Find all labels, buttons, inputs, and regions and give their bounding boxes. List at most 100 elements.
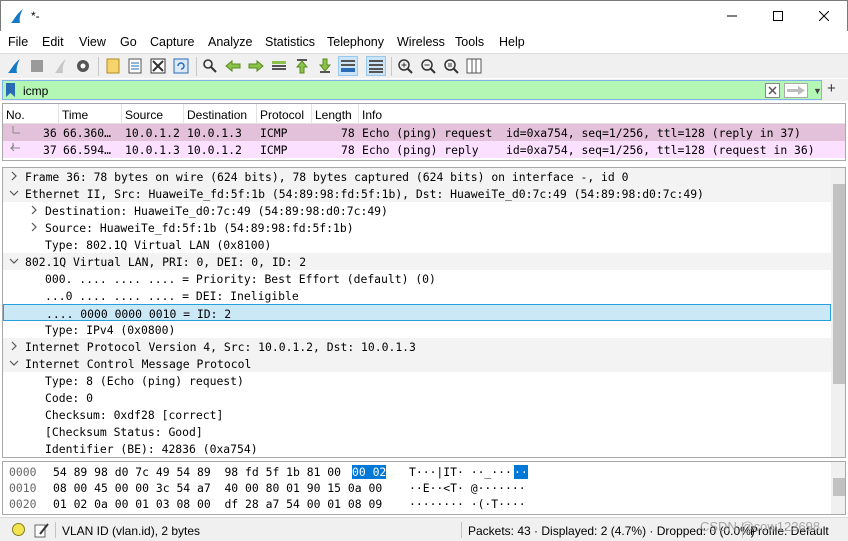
packet-time: 66.594…: [63, 143, 112, 157]
detail-row[interactable]: Type: 802.1Q Virtual LAN (0x8100): [3, 236, 831, 253]
find-packet-button[interactable]: [200, 56, 220, 76]
arrow-down-bar-icon: [318, 58, 332, 73]
colorize-button[interactable]: [366, 56, 386, 76]
maximize-button[interactable]: [755, 1, 801, 31]
chevron-down-icon[interactable]: [9, 186, 19, 200]
zoom-in-button[interactable]: [395, 56, 415, 76]
detail-row[interactable]: Destination: HuaweiTe_d0:7c:49 (54:89:98…: [3, 202, 831, 219]
stop-capture-button[interactable]: [27, 56, 47, 76]
clear-filter-button[interactable]: [765, 83, 780, 98]
reload-icon: [173, 58, 189, 74]
detail-row[interactable]: Type: IPv4 (0x0800): [3, 321, 831, 338]
detail-row[interactable]: 802.1Q Virtual LAN, PRI: 0, DEI: 0, ID: …: [3, 253, 831, 270]
packet-info: Echo (ping) request id=0xa754, seq=1/256…: [362, 126, 801, 140]
close-file-button[interactable]: [148, 56, 168, 76]
close-icon: [819, 11, 829, 21]
selected-field-info: VLAN ID (vlan.id), 2 bytes: [62, 524, 201, 538]
detail-row[interactable]: Code: 0: [3, 389, 831, 406]
restart-capture-button[interactable]: [50, 56, 70, 76]
detail-row[interactable]: Identifier (BE): 42836 (0xa754): [3, 440, 831, 457]
col-protocol[interactable]: Protocol: [257, 104, 312, 124]
capture-options-button[interactable]: [73, 56, 93, 76]
detail-row[interactable]: 000. .... .... .... = Priority: Best Eff…: [3, 270, 831, 287]
details-scrollbar-thumb[interactable]: [833, 184, 845, 384]
restart-fin-icon: [55, 59, 66, 73]
menu-telephony[interactable]: Telephony: [327, 35, 384, 49]
menu-help[interactable]: Help: [499, 35, 525, 49]
detail-row[interactable]: .... 0000 0000 0010 = ID: 2: [3, 304, 831, 321]
menu-tools[interactable]: Tools: [455, 35, 484, 49]
detail-row[interactable]: ...0 .... .... .... = DEI: Ineligible: [3, 287, 831, 304]
chevron-down-icon[interactable]: [9, 356, 19, 370]
details-scrollbar[interactable]: [831, 168, 845, 457]
col-info[interactable]: Info: [359, 104, 845, 124]
packet-time: 66.360…: [63, 126, 112, 140]
menu-analyze[interactable]: Analyze: [208, 35, 252, 49]
packet-no: 37: [43, 143, 57, 157]
ascii-bytes: ··E··<T· @·······: [409, 481, 526, 495]
close-file-icon: [150, 58, 166, 74]
menu-go[interactable]: Go: [120, 35, 137, 49]
col-destination[interactable]: Destination: [184, 104, 257, 124]
last-packet-button[interactable]: [315, 56, 335, 76]
go-forward-button[interactable]: [246, 56, 266, 76]
start-capture-button[interactable]: [4, 56, 24, 76]
packet-details-tree: Frame 36: 78 bytes on wire (624 bits), 7…: [2, 167, 846, 458]
document-lines-icon: [128, 58, 142, 74]
reload-file-button[interactable]: [171, 56, 191, 76]
col-no[interactable]: No.: [3, 104, 59, 124]
file-icon: [106, 58, 120, 74]
chevron-down-icon[interactable]: [9, 254, 19, 268]
bytes-scrollbar-thumb[interactable]: [833, 478, 845, 496]
bookmark-icon[interactable]: [6, 83, 15, 97]
zoom-out-button[interactable]: [418, 56, 438, 76]
detail-text: 802.1Q Virtual LAN, PRI: 0, DEI: 0, ID: …: [25, 255, 307, 269]
col-source[interactable]: Source: [122, 104, 184, 124]
detail-text: Frame 36: 78 bytes on wire (624 bits), 7…: [25, 170, 629, 184]
auto-scroll-button[interactable]: [338, 56, 358, 76]
menu-capture[interactable]: Capture: [150, 35, 194, 49]
display-filter-input[interactable]: icmp ▼: [2, 80, 822, 100]
detail-row[interactable]: Source: HuaweiTe_fd:5f:1b (54:89:98:fd:5…: [3, 219, 831, 236]
chevron-right-icon[interactable]: [29, 220, 39, 234]
detail-row[interactable]: Internet Control Message Protocol: [3, 355, 831, 372]
menu-edit[interactable]: Edit: [42, 35, 64, 49]
normal-size-button[interactable]: [441, 56, 461, 76]
resize-columns-icon: [466, 58, 482, 74]
bytes-row[interactable]: 0000 54 89 98 d0 7c 49 54 89 98 fd 5f 1b …: [3, 464, 829, 479]
chevron-right-icon[interactable]: [29, 203, 39, 217]
add-filter-button-icon[interactable]: +: [827, 80, 836, 97]
detail-row[interactable]: Checksum: 0xdf28 [correct]: [3, 406, 831, 423]
go-back-button[interactable]: [223, 56, 243, 76]
chevron-right-icon[interactable]: [9, 169, 19, 183]
col-length[interactable]: Length: [312, 104, 359, 124]
go-to-packet-button[interactable]: [269, 56, 289, 76]
packet-row[interactable]: 36 66.360… 10.0.1.2 10.0.1.3 ICMP 78 Ech…: [3, 124, 845, 141]
apply-filter-button[interactable]: [784, 83, 808, 98]
packet-row[interactable]: 37 66.594… 10.0.1.3 10.0.1.2 ICMP 78 Ech…: [3, 141, 845, 158]
menu-file[interactable]: File: [8, 35, 28, 49]
minimize-button[interactable]: [709, 1, 755, 31]
expert-info-icon[interactable]: [12, 523, 25, 536]
detail-row[interactable]: Ethernet II, Src: HuaweiTe_fd:5f:1b (54:…: [3, 185, 831, 202]
detail-row[interactable]: Frame 36: 78 bytes on wire (624 bits), 7…: [3, 168, 831, 185]
edit-comment-icon[interactable]: [34, 522, 50, 538]
bytes-row[interactable]: 0010 08 00 45 00 00 3c 54 a7 40 00 80 01 …: [3, 480, 829, 495]
filter-history-dropdown-icon[interactable]: ▼: [813, 86, 822, 96]
detail-row[interactable]: [Checksum Status: Good]: [3, 423, 831, 440]
open-file-button[interactable]: [103, 56, 123, 76]
first-packet-button[interactable]: [292, 56, 312, 76]
close-button[interactable]: [801, 1, 847, 31]
menu-wireless[interactable]: Wireless: [397, 35, 445, 49]
chevron-right-icon[interactable]: [9, 339, 19, 353]
resize-columns-button[interactable]: [464, 56, 484, 76]
detail-row[interactable]: Type: 8 (Echo (ping) request): [3, 372, 831, 389]
detail-row[interactable]: Internet Protocol Version 4, Src: 10.0.1…: [3, 338, 831, 355]
save-file-button[interactable]: [125, 56, 145, 76]
bytes-scrollbar[interactable]: [831, 462, 845, 514]
menu-view[interactable]: View: [79, 35, 106, 49]
col-time[interactable]: Time: [59, 104, 122, 124]
menu-statistics[interactable]: Statistics: [265, 35, 315, 49]
bytes-row[interactable]: 0020 01 02 0a 00 01 03 08 00 df 28 a7 54 …: [3, 496, 829, 511]
detail-text: Internet Protocol Version 4, Src: 10.0.1…: [25, 340, 416, 354]
